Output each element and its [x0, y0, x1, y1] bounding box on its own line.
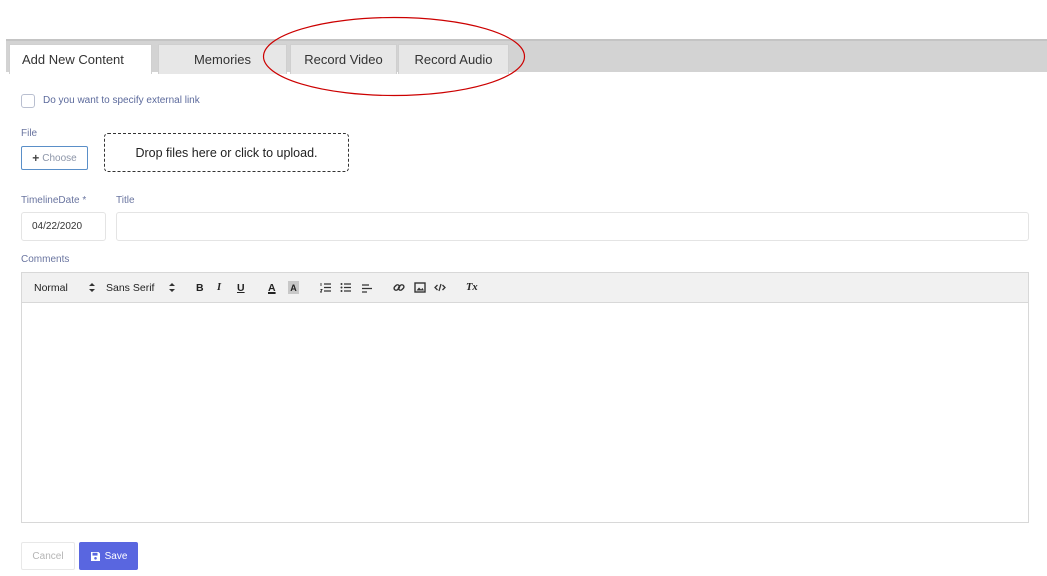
italic-button[interactable]: I: [217, 273, 221, 302]
comments-editor[interactable]: [21, 302, 1029, 523]
tab-add-new-content[interactable]: Add New Content: [9, 44, 152, 74]
background-color-button[interactable]: A: [288, 281, 299, 294]
header-select[interactable]: Normal: [34, 273, 68, 302]
code-icon[interactable]: [434, 281, 446, 294]
header-select-arrows-icon: [89, 283, 95, 292]
font-select-arrows-icon: [169, 283, 175, 292]
save-label: Save: [104, 550, 128, 562]
bullet-list-icon[interactable]: [340, 281, 352, 294]
ordered-list-icon[interactable]: [320, 281, 332, 294]
tab-bar: Add New Content Memories Record Video Re…: [6, 39, 1047, 74]
plus-icon: +: [32, 151, 40, 165]
link-icon[interactable]: [393, 281, 405, 294]
tab-record-video[interactable]: Record Video: [290, 44, 397, 74]
choose-file-button[interactable]: + Choose: [21, 146, 88, 170]
align-icon[interactable]: [361, 281, 373, 294]
tab-memories[interactable]: Memories: [158, 44, 287, 74]
cancel-button[interactable]: Cancel: [21, 542, 75, 570]
image-icon[interactable]: [414, 281, 426, 294]
title-label: Title: [116, 195, 135, 206]
timeline-date-label: TimelineDate *: [21, 195, 87, 206]
tab-record-audio[interactable]: Record Audio: [398, 44, 509, 74]
comments-label: Comments: [21, 254, 70, 265]
underline-button[interactable]: U: [237, 273, 245, 302]
external-link-checkbox[interactable]: [21, 94, 35, 108]
file-label: File: [21, 128, 38, 139]
timeline-date-input[interactable]: 04/22/2020: [21, 212, 106, 241]
editor-toolbar: Normal Sans Serif B I U A A Tx: [21, 272, 1029, 303]
file-dropzone[interactable]: Drop files here or click to upload.: [104, 133, 349, 172]
font-color-button[interactable]: A: [268, 273, 276, 302]
font-select[interactable]: Sans Serif: [106, 273, 154, 302]
floppy-disk-icon: [90, 551, 100, 561]
dropzone-text: Drop files here or click to upload.: [135, 145, 318, 160]
bold-button[interactable]: B: [196, 273, 204, 302]
save-button[interactable]: Save: [79, 542, 138, 570]
clear-format-button[interactable]: Tx: [466, 273, 478, 302]
choose-file-label: Choose: [42, 152, 77, 164]
external-link-label: Do you want to specify external link: [43, 95, 200, 106]
title-input[interactable]: [116, 212, 1029, 241]
